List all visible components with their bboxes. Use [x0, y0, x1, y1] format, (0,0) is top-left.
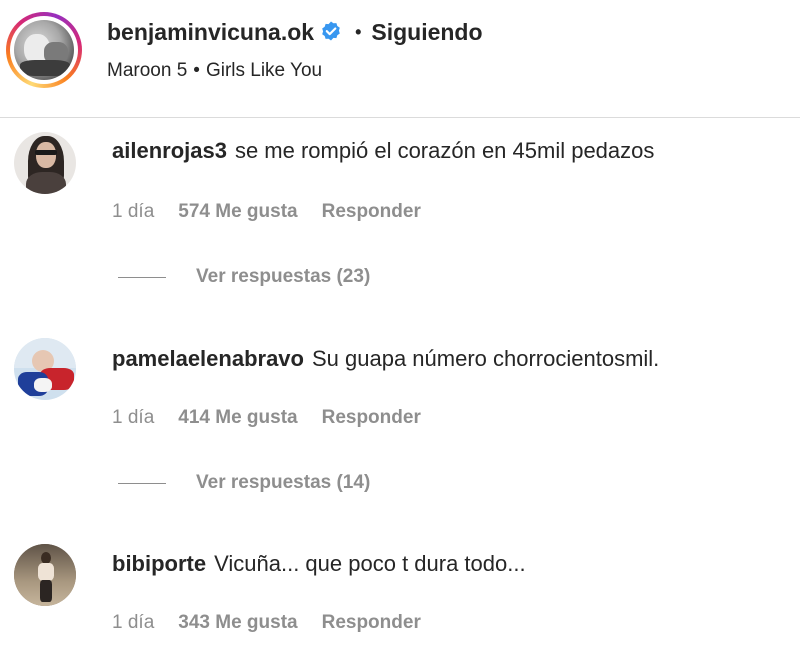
- comment-time[interactable]: 1 día: [112, 407, 154, 428]
- comment-username[interactable]: bibiporte: [112, 551, 206, 576]
- post-header: benjaminvicuna.ok • Siguiendo Maroon 5 • G…: [0, 0, 800, 118]
- comment-text: se me rompió el corazón en 45mil pedazos: [234, 138, 655, 163]
- comment-body: bibiporte Vicuña... que poco t dura todo.…: [112, 551, 526, 577]
- comment-time[interactable]: 1 día: [112, 612, 154, 633]
- verified-badge-icon: [319, 20, 343, 44]
- following-button[interactable]: Siguiendo: [371, 19, 482, 46]
- author-avatar[interactable]: [14, 20, 74, 80]
- comment-text: Vicuña... que poco t dura todo...: [214, 551, 526, 576]
- view-replies-label: Ver respuestas (23): [196, 266, 371, 287]
- comment-meta: 1 día 414 Me gusta Responder: [112, 407, 421, 429]
- song-artist: Maroon 5: [107, 60, 188, 81]
- commenter-avatar[interactable]: [14, 132, 76, 194]
- comment-item: bibiporte Vicuña... que poco t dura todo.…: [0, 528, 800, 659]
- comment-likes[interactable]: 414 Me gusta: [178, 407, 297, 428]
- comment-meta: 1 día 343 Me gusta Responder: [112, 612, 421, 634]
- comment-likes[interactable]: 343 Me gusta: [178, 612, 297, 633]
- author-line: benjaminvicuna.ok • Siguiendo: [107, 17, 483, 47]
- view-replies-label: Ver respuestas (14): [196, 472, 371, 493]
- commenter-avatar[interactable]: [14, 544, 76, 606]
- replies-line: [118, 482, 166, 484]
- comment-likes[interactable]: 574 Me gusta: [178, 201, 297, 222]
- comment-item: ailenrojas3 se me rompió el corazón en 45…: [0, 118, 800, 323]
- comment-username[interactable]: ailenrojas3: [112, 138, 227, 163]
- comment-body: ailenrojas3 se me rompió el corazón en 45…: [112, 138, 654, 164]
- view-replies-button[interactable]: Ver respuestas (14): [118, 472, 370, 494]
- comment-item: pamelaelenabravo Su guapa número chorroci…: [0, 323, 800, 528]
- comment-username[interactable]: pamelaelenabravo: [112, 346, 304, 371]
- story-ring[interactable]: [6, 12, 82, 88]
- song-title: Girls Like You: [205, 60, 323, 81]
- reply-button[interactable]: Responder: [322, 407, 421, 428]
- comment-meta: 1 día 574 Me gusta Responder: [112, 201, 421, 223]
- author-username[interactable]: benjaminvicuna.ok: [107, 19, 314, 46]
- comment-body: pamelaelenabravo Su guapa número chorroci…: [112, 346, 659, 372]
- comment-time[interactable]: 1 día: [112, 201, 154, 222]
- commenter-avatar[interactable]: [14, 338, 76, 400]
- reply-button[interactable]: Responder: [322, 612, 421, 633]
- header-separator: •: [355, 21, 362, 42]
- view-replies-button[interactable]: Ver respuestas (23): [118, 266, 370, 288]
- replies-line: [118, 276, 166, 278]
- reply-button[interactable]: Responder: [322, 201, 421, 222]
- audio-track[interactable]: Maroon 5 • Girls Like You: [107, 60, 322, 82]
- comment-text: Su guapa número chorrocientosmil.: [311, 346, 660, 371]
- song-separator: •: [193, 60, 200, 81]
